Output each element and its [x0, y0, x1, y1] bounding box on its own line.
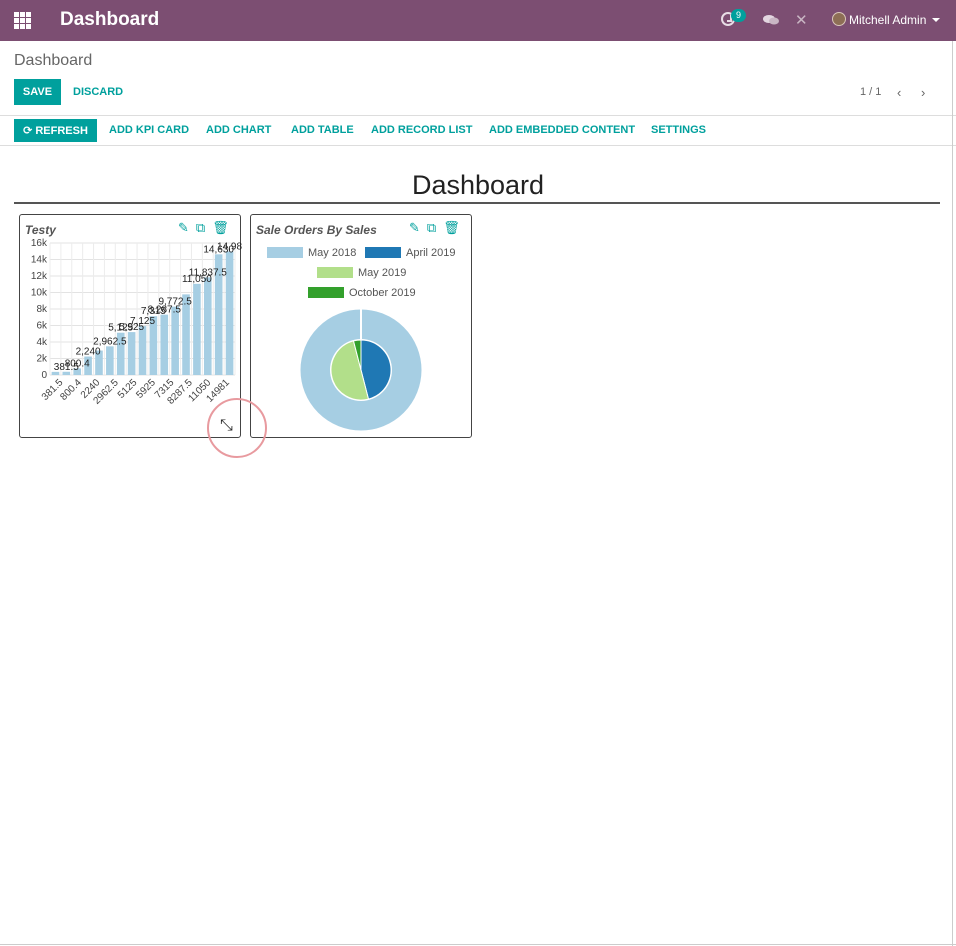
pie-chart: May 2018 April 2019May 2019 October 2019 — [267, 247, 456, 432]
top-navbar: Dashboard 9 ✕ Mitchell Admin — [0, 0, 956, 41]
refresh-label: REFRESH — [35, 124, 88, 137]
bar-value-label: 800.4 — [65, 358, 90, 369]
bar-value-label: 2,240 — [76, 347, 101, 358]
chevron-left-icon[interactable]: ‹ — [897, 85, 901, 100]
bar — [160, 314, 169, 375]
bar-value-label: 9,772.5 — [158, 297, 192, 308]
legend-swatch — [365, 247, 401, 258]
legend-label: April 2019 — [406, 247, 456, 259]
resize-handle-icon[interactable]: ⤡ — [220, 417, 233, 435]
chat-icon[interactable] — [763, 14, 779, 26]
y-tick-label: 4k — [36, 337, 48, 348]
y-tick-label: 12k — [31, 271, 48, 282]
refresh-icon: ⟳ — [23, 125, 33, 137]
bar-value-label: 2,962.5 — [93, 336, 127, 347]
bar — [203, 277, 212, 375]
legend-swatch — [267, 247, 303, 258]
refresh-button[interactable]: ⟳ REFRESH — [14, 119, 97, 142]
apps-menu-icon[interactable] — [14, 12, 31, 29]
y-tick-label: 0 — [41, 370, 47, 381]
legend-label: May 2018 — [308, 247, 356, 259]
bar — [193, 283, 201, 375]
y-tick-label: 16k — [31, 238, 48, 249]
divider — [0, 115, 956, 116]
add-kpi-card-button[interactable]: ADD KPI CARD — [109, 124, 189, 136]
bar — [127, 332, 136, 375]
divider — [0, 145, 956, 146]
pager-value[interactable]: 1 / 1 — [860, 86, 881, 98]
avatar[interactable] — [832, 12, 846, 26]
bar-value-label: 14,98 — [217, 241, 242, 252]
legend-label: October 2019 — [349, 287, 416, 299]
cursor-highlight — [207, 398, 267, 458]
user-name[interactable]: Mitchell Admin — [849, 13, 926, 27]
breadcrumb: Dashboard — [14, 52, 93, 69]
caret-down-icon[interactable] — [932, 18, 940, 22]
dashboard-title: Dashboard — [411, 170, 545, 200]
bar-chart: 02k4k6k8k10k12k14k16k381.5800.42,2402,96… — [31, 238, 242, 407]
x-tick-label: 5925 — [134, 377, 158, 401]
add-embedded-content-button[interactable]: ADD EMBEDDED CONTENT — [489, 124, 635, 136]
bar-value-label: 11,837.5 — [189, 267, 228, 278]
y-tick-label: 14k — [31, 255, 48, 266]
pie-chart-card[interactable]: Sale Orders By Sales ✎ ⧉ 🗑 May 2018 April… — [250, 214, 472, 438]
app-title[interactable]: Dashboard — [60, 9, 159, 31]
bar — [171, 306, 179, 375]
legend-swatch — [317, 267, 353, 278]
bar — [106, 346, 114, 375]
y-tick-label: 8k — [36, 304, 48, 315]
discard-button[interactable]: DISCARD — [73, 86, 123, 98]
bar-value-label: 7,125 — [130, 316, 155, 327]
activity-count-badge: 9 — [731, 9, 746, 22]
bar-chart-card[interactable]: Testy ✎ ⧉ 🗑 0 2k 4k 6k 8k 10k 12k 14k 16k 381.5 80… — [19, 214, 242, 438]
legend-swatch — [308, 287, 344, 298]
add-chart-button[interactable]: ADD CHART — [206, 124, 271, 136]
title-underline — [14, 202, 940, 204]
bar — [225, 251, 234, 375]
close-icon[interactable]: ✕ — [795, 13, 808, 28]
bar — [138, 326, 147, 375]
window-edge — [0, 944, 956, 945]
window-edge — [952, 41, 953, 946]
add-table-button[interactable]: ADD TABLE — [291, 124, 354, 136]
y-tick-label: 2k — [36, 354, 48, 365]
x-tick-label: 800.4 — [58, 377, 84, 403]
legend-label: May 2019 — [358, 267, 406, 279]
settings-button[interactable]: SETTINGS — [651, 124, 706, 136]
y-tick-label: 6k — [36, 321, 48, 332]
y-tick-label: 10k — [31, 288, 48, 299]
chevron-right-icon[interactable]: › — [921, 85, 925, 100]
x-tick-label: 5125 — [116, 377, 140, 401]
add-record-list-button[interactable]: ADD RECORD LIST — [371, 124, 472, 136]
save-button[interactable]: SAVE — [14, 79, 61, 105]
